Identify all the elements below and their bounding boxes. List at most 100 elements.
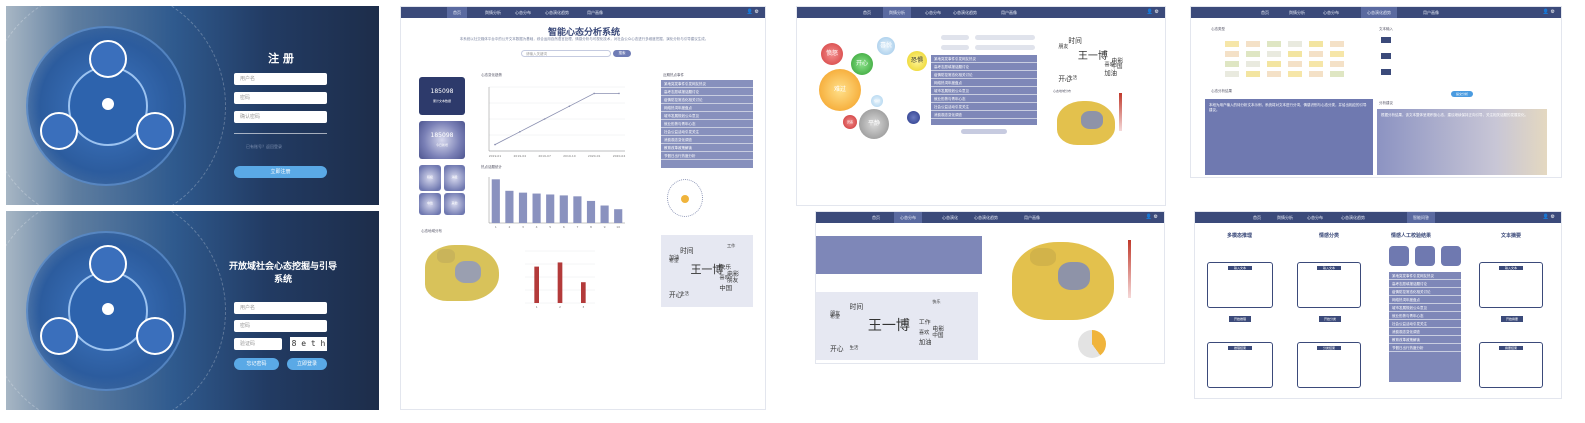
confirm-password-input[interactable]: 确认密码 — [234, 111, 327, 123]
search-input[interactable]: 请输入关键词 — [521, 50, 611, 57]
emotion-tag[interactable] — [1288, 61, 1302, 67]
bubble-fear[interactable]: 恐惧 — [907, 51, 927, 71]
filter-field[interactable] — [975, 35, 1035, 40]
nav-home[interactable]: 首页 — [1261, 7, 1269, 18]
list-item[interactable]: 疫情防控常态化相关讨论 — [1389, 288, 1461, 296]
nav-trend[interactable]: 心态演化趋势 — [1361, 7, 1397, 18]
list-item[interactable]: 社会公益活动引发关注 — [931, 103, 1037, 111]
list-item[interactable]: 高考志愿填报话题讨论 — [661, 88, 753, 96]
nav-profile[interactable]: 用户画像 — [1423, 7, 1439, 18]
list-item[interactable]: 节假日出行热度分析 — [1389, 344, 1461, 352]
nav-evolution[interactable]: 心态演化 — [942, 212, 958, 223]
bubble-joy[interactable]: 喜悦 — [877, 37, 895, 55]
option-button[interactable] — [1381, 69, 1391, 75]
emotion-tag[interactable] — [1309, 51, 1323, 57]
emotion-tag[interactable] — [1225, 61, 1239, 67]
filter-field[interactable] — [941, 35, 969, 40]
list-item[interactable]: 网络热词年度盘点 — [1389, 296, 1461, 304]
password-input[interactable]: 密码 — [234, 92, 327, 104]
nav-home[interactable]: 首页 — [447, 7, 467, 18]
list-item[interactable]: 消费观念变化调查 — [661, 136, 753, 144]
nav-trend[interactable]: 心态演化趋势 — [974, 212, 998, 223]
nav-qa[interactable]: 智能问答 — [1407, 212, 1435, 223]
list-item[interactable]: 就业形势与青年心态 — [1389, 312, 1461, 320]
username-input[interactable]: 用户名 — [234, 302, 327, 314]
list-item[interactable]: 社会公益活动引发关注 — [661, 128, 753, 136]
emotion-tag[interactable] — [1330, 71, 1344, 77]
captcha-image[interactable]: 8 e t h — [290, 337, 327, 351]
emotion-tag[interactable] — [1288, 41, 1302, 47]
forgot-password-button[interactable]: 忘记密码 — [234, 358, 279, 370]
emotion-tag[interactable] — [1246, 51, 1260, 57]
user-settings-icons[interactable]: 👤 ⚙ — [1543, 7, 1555, 18]
nav-distribution[interactable]: 心态分布 — [515, 7, 531, 18]
submit-button[interactable]: 提交分析 — [1451, 91, 1473, 97]
nav-sentiment[interactable]: 舆情分析 — [1277, 212, 1293, 223]
search-button[interactable]: 搜索 — [613, 50, 631, 57]
summary-button[interactable]: 开始摘要 — [1501, 316, 1523, 322]
list-item[interactable]: 教育改革政策解读 — [661, 144, 753, 152]
bubble-calm[interactable]: 平静 — [859, 109, 889, 139]
bubble-happy[interactable]: 开心 — [851, 53, 873, 75]
nav-home[interactable]: 首页 — [1253, 212, 1261, 223]
emotion-tag[interactable] — [1288, 71, 1302, 77]
list-item[interactable]: 某地突发事件引发网友热议 — [931, 55, 1037, 63]
reasoning-button[interactable]: 开始推理 — [1229, 316, 1251, 322]
nav-distribution[interactable]: 心态分布 — [894, 212, 922, 223]
bubble-disgust[interactable]: 厌恶 — [843, 115, 857, 129]
list-item[interactable]: 某地突发事件引发网友热议 — [661, 80, 753, 88]
bubble-surprise[interactable]: 惊讶 — [871, 95, 883, 107]
nav-home[interactable]: 首页 — [863, 7, 871, 18]
nav-sentiment[interactable]: 舆情分析 — [883, 7, 911, 18]
emotion-tag[interactable] — [1309, 71, 1323, 77]
list-item[interactable]: 城市发展规划公众意见 — [931, 87, 1037, 95]
user-settings-icons[interactable]: 👤 ⚙ — [1146, 212, 1158, 223]
list-item[interactable]: 城市发展规划公众意见 — [661, 112, 753, 120]
list-item[interactable]: 节假日出行热度分析 — [661, 152, 753, 160]
nav-profile[interactable]: 用户画像 — [587, 7, 603, 18]
nav-trend[interactable]: 心态演化趋势 — [953, 7, 977, 18]
list-item[interactable]: 疫情防控常态化相关讨论 — [661, 96, 753, 104]
list-item[interactable]: 就业形势与青年心态 — [661, 120, 753, 128]
list-item[interactable]: 城市发展规划公众意见 — [1389, 304, 1461, 312]
nav-sentiment[interactable]: 舆情分析 — [1289, 7, 1305, 18]
list-item[interactable]: 网络热词年度盘点 — [931, 79, 1037, 87]
list-item[interactable]: 疫情防控常态化相关讨论 — [931, 71, 1037, 79]
filter-field[interactable] — [941, 45, 969, 50]
emotion-tag[interactable] — [1225, 51, 1239, 57]
list-item[interactable]: 高考志愿填报话题讨论 — [1389, 280, 1461, 288]
password-input[interactable]: 密码 — [234, 320, 327, 332]
classify-button[interactable]: 开始分类 — [1319, 316, 1341, 322]
list-item[interactable]: 就业形势与青年心态 — [931, 95, 1037, 103]
nav-distribution[interactable]: 心态分布 — [1323, 7, 1339, 18]
emotion-tag[interactable] — [1246, 71, 1260, 77]
list-item[interactable]: 某地突发事件引发网友热议 — [1389, 272, 1461, 280]
nav-trend[interactable]: 心态演化趋势 — [545, 7, 569, 18]
login-button[interactable]: 立即登录 — [287, 358, 327, 370]
nav-home[interactable]: 首页 — [872, 212, 880, 223]
emotion-tag[interactable] — [1267, 71, 1281, 77]
emotion-tag[interactable] — [1267, 41, 1281, 47]
nav-trend[interactable]: 心态演化趋势 — [1341, 212, 1365, 223]
nav-profile[interactable]: 用户画像 — [1024, 212, 1040, 223]
nav-profile[interactable]: 用户画像 — [1001, 7, 1017, 18]
emotion-tag[interactable] — [1225, 71, 1239, 77]
summary-input-box[interactable]: 输入文本 — [1479, 262, 1543, 308]
nav-distribution[interactable]: 心态分布 — [1307, 212, 1323, 223]
list-item[interactable]: 教育改革政策解读 — [1389, 336, 1461, 344]
emotion-tag[interactable] — [1225, 41, 1239, 47]
emotion-tag[interactable] — [1309, 61, 1323, 67]
emotion-tag[interactable] — [1267, 51, 1281, 57]
user-settings-icons[interactable]: 👤 ⚙ — [1147, 7, 1159, 18]
option-button[interactable] — [1381, 53, 1391, 59]
list-item[interactable]: 消费观念变化调查 — [1389, 328, 1461, 336]
emotion-tag[interactable] — [1288, 51, 1302, 57]
list-item[interactable]: 消费观念变化调查 — [931, 111, 1037, 119]
avatar[interactable] — [1441, 246, 1461, 266]
username-input[interactable]: 用户名 — [234, 73, 327, 85]
filter-field[interactable] — [975, 45, 1035, 50]
pager[interactable] — [961, 129, 1007, 134]
list-item[interactable]: 网络热词年度盘点 — [661, 104, 753, 112]
avatar[interactable] — [1415, 246, 1435, 266]
user-settings-icons[interactable]: 👤 ⚙ — [1543, 212, 1555, 223]
